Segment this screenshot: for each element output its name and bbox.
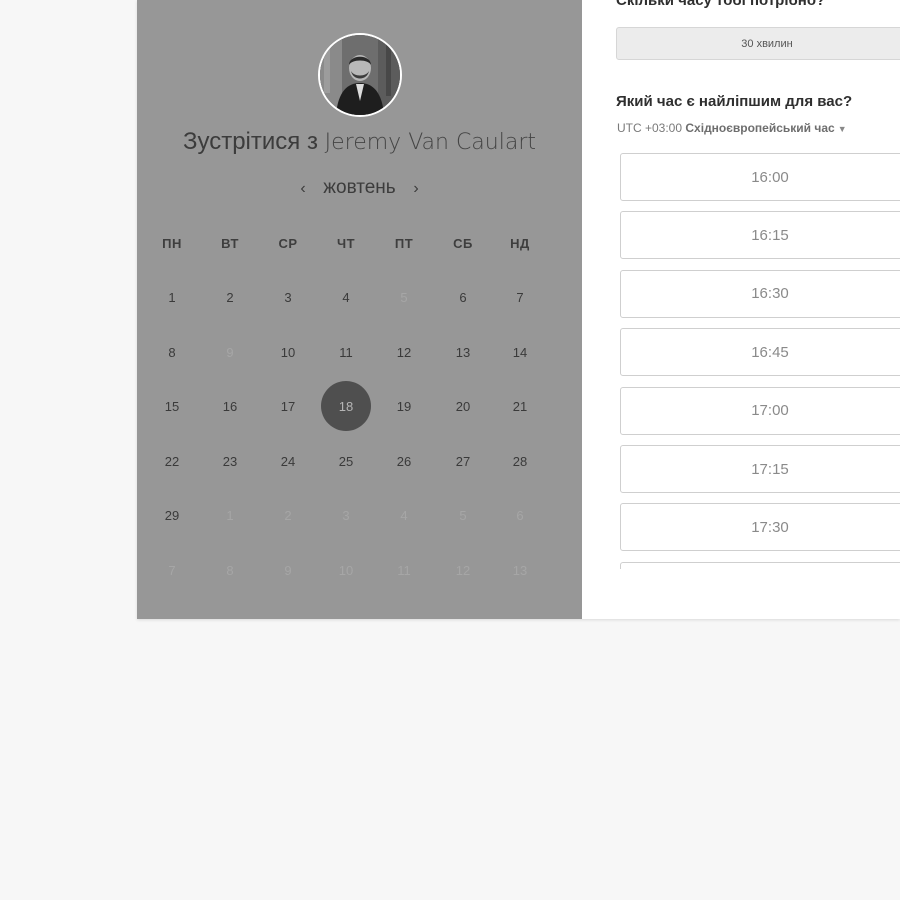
calendar-day[interactable]: 26 [379,436,429,486]
time-slot-button[interactable]: 16:15 [620,211,900,260]
calendar-day[interactable]: 27 [438,436,488,486]
calendar-panel: Зустрітися з Jeremy Van Caulart ‹ жовтен… [137,0,582,619]
time-question: Який час є найліпшим для вас? [616,93,853,110]
calendar-day: 1 [226,507,234,523]
timezone-name: Східноєвропейський час [685,121,835,135]
calendar-day[interactable]: 22 [147,436,197,486]
calendar-grid: 1 2 3 4 5 6 7 8 9 10 11 12 13 14 15 16 17 18 19 20 21 22 23 24 2… [137,0,582,619]
calendar-day[interactable]: 6 [438,272,488,322]
calendar-day: 5 [459,507,467,523]
calendar-day: 8 [226,562,234,578]
calendar-day: 3 [342,507,350,523]
time-slot-button[interactable]: 16:00 [620,153,900,201]
calendar-day: 2 [284,507,292,523]
calendar-day: 12 [455,562,471,578]
calendar-day: 4 [400,507,408,523]
calendar-day[interactable]: 21 [495,381,545,431]
calendar-day[interactable]: 20 [438,381,488,431]
calendar-day: 11 [397,562,411,578]
caret-down-icon: ▼ [837,124,847,134]
duration-question: Скільки часу тобі потрібно? [616,0,826,9]
calendar-day[interactable]: 1 [147,272,197,322]
calendar-day[interactable]: 17 [263,381,313,431]
calendar-day[interactable]: 25 [321,436,371,486]
calendar-day[interactable]: 10 [263,327,313,377]
calendar-day: 6 [516,507,524,523]
calendar-day[interactable]: 7 [495,272,545,322]
calendar-day[interactable]: 15 [147,381,197,431]
time-slot-button[interactable]: 17:30 [620,503,900,552]
calendar-day: 13 [512,562,528,578]
calendar-day[interactable]: 3 [263,272,313,322]
calendar-day[interactable]: 8 [147,327,197,377]
calendar-day[interactable]: 2 [205,272,255,322]
calendar-day[interactable]: 23 [205,436,255,486]
calendar-day[interactable]: 28 [495,436,545,486]
booking-card: Зустрітися з Jeremy Van Caulart ‹ жовтен… [137,0,900,619]
time-slot-button[interactable]: 17:15 [620,445,900,493]
duration-select[interactable]: 30 хвилин [616,27,900,60]
time-slot-button[interactable]: 16:30 [620,269,900,318]
calendar-day[interactable]: 19 [379,381,429,431]
calendar-day[interactable]: 12 [379,327,429,377]
slot-list-cutoff [616,569,900,619]
calendar-day: 9 [226,344,234,360]
calendar-day[interactable]: 24 [263,436,313,486]
time-slot-button[interactable]: 16:45 [620,328,900,377]
scheduler-panel: Скільки часу тобі потрібно? 30 хвилин Як… [582,0,900,619]
calendar-day[interactable]: 4 [321,272,371,322]
calendar-day[interactable]: 14 [495,327,545,377]
calendar-day[interactable]: 16 [205,381,255,431]
calendar-day: 9 [284,562,292,578]
timezone-offset: UTC +03:00 [617,121,683,135]
calendar-day: 7 [168,562,176,578]
timezone-select[interactable]: UTC +03:00 Східноєвропейський час ▼ [617,121,847,135]
calendar-day: 5 [400,289,408,305]
calendar-day[interactable]: 13 [438,327,488,377]
calendar-day[interactable]: 29 [147,490,197,540]
time-slot-button[interactable]: 17:00 [620,386,900,435]
calendar-day[interactable]: 11 [321,327,371,377]
calendar-day: 10 [338,562,354,578]
calendar-day-selected[interactable]: 18 [321,381,371,431]
